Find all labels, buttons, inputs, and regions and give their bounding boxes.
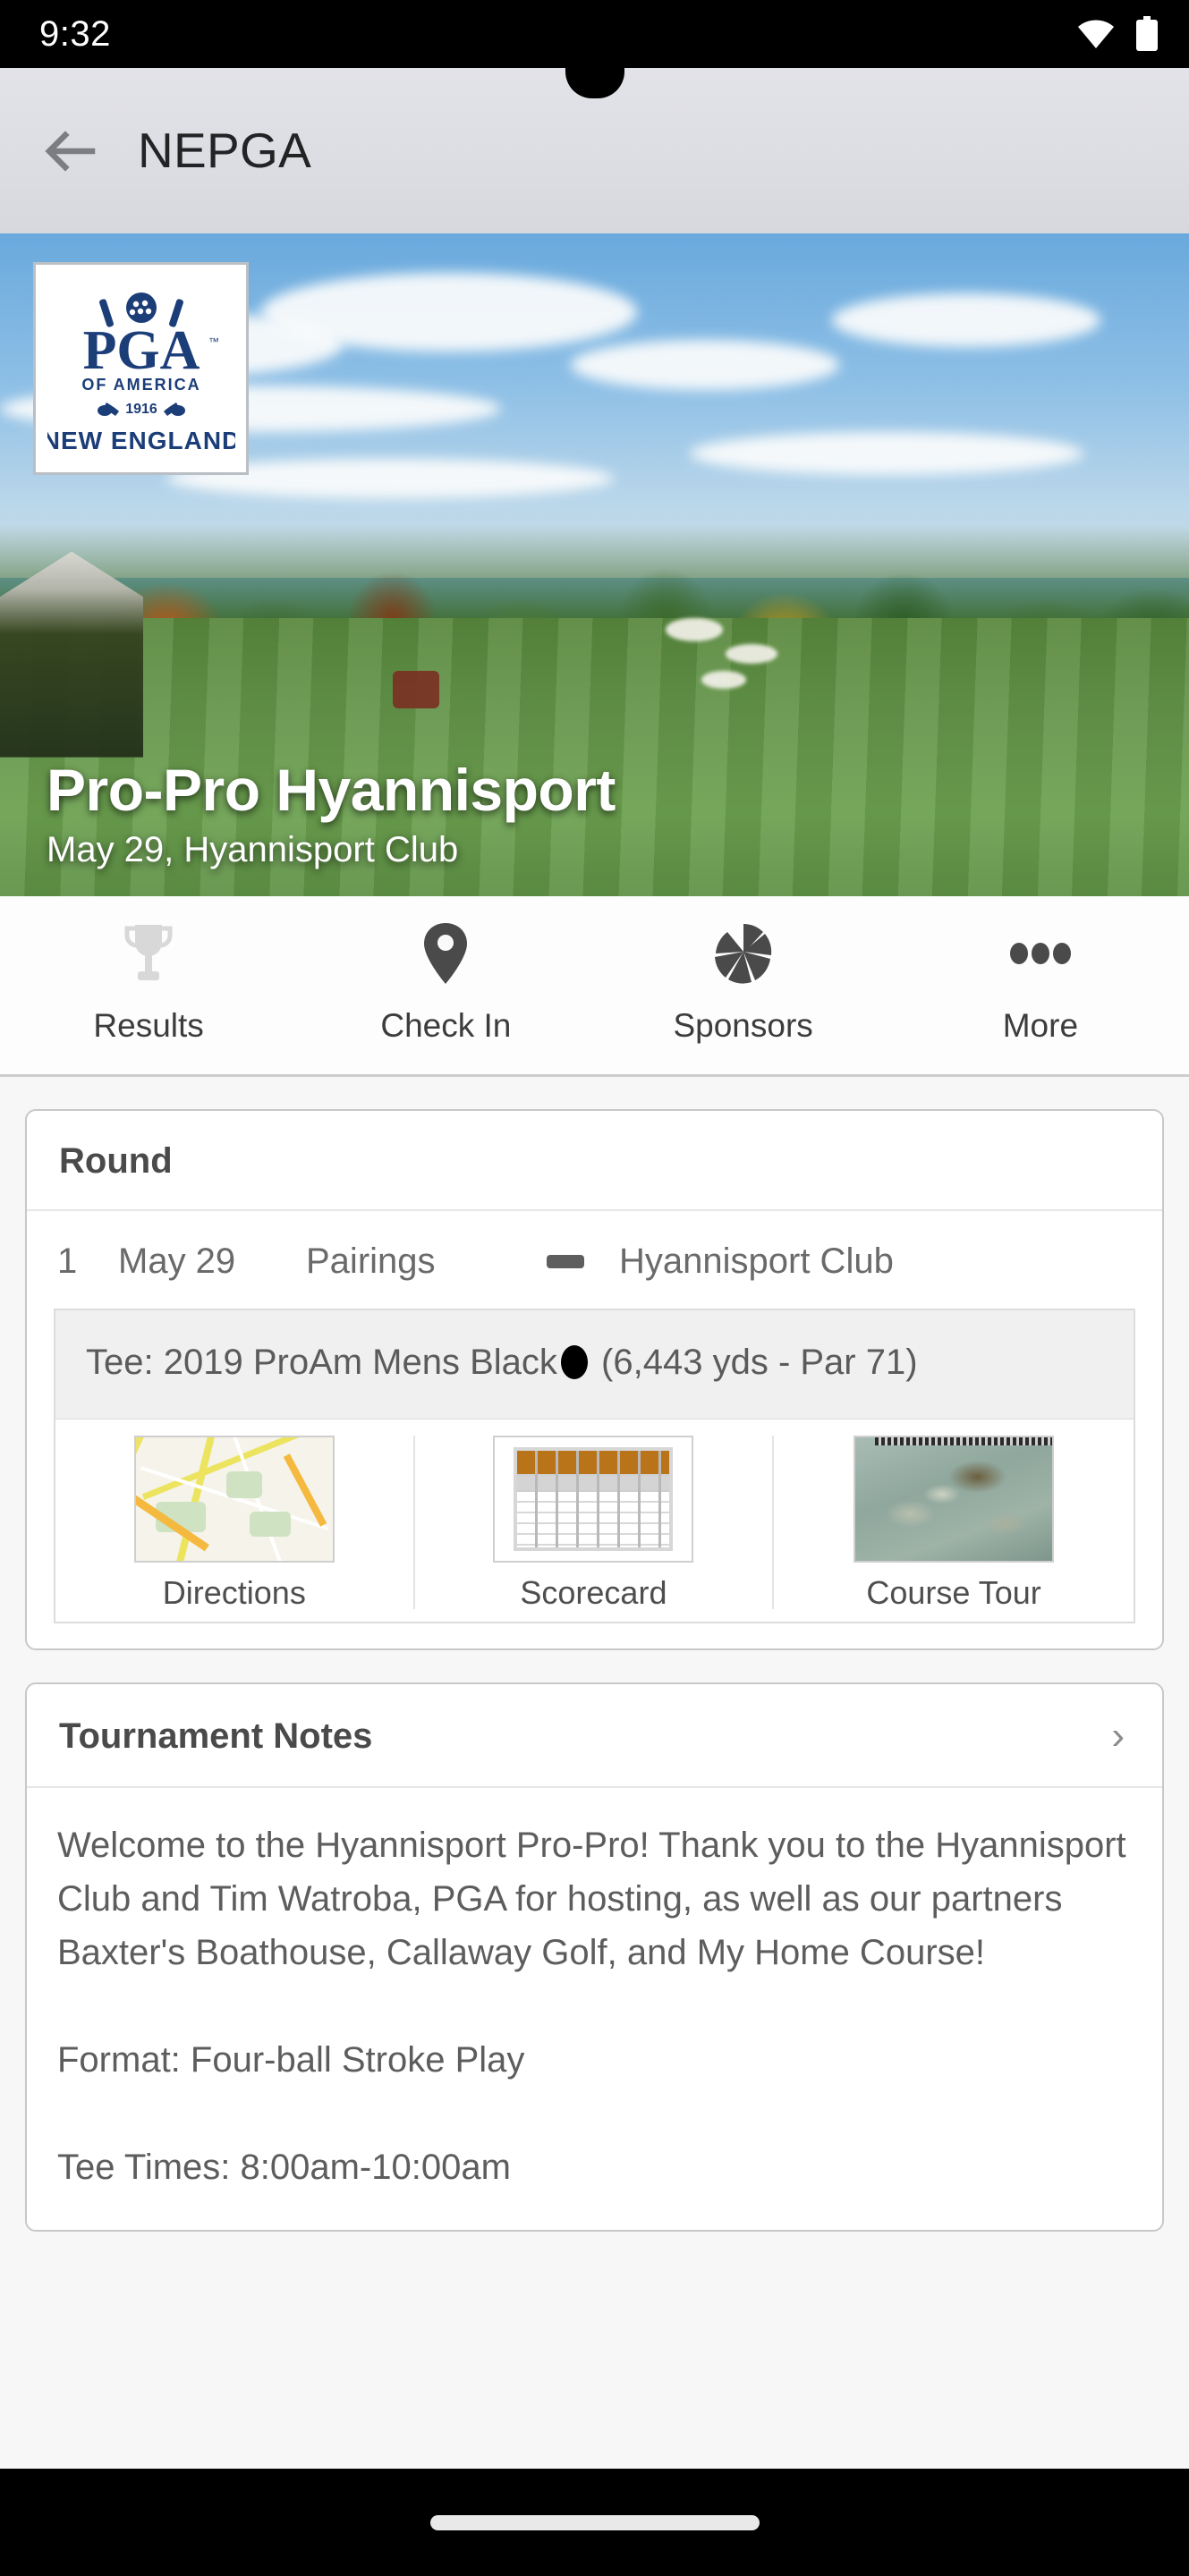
mower <box>392 671 439 709</box>
home-indicator[interactable] <box>429 2514 760 2530</box>
battery-full-icon <box>1135 16 1159 52</box>
page-title: NEPGA <box>138 123 312 178</box>
svg-text:NEW ENGLAND: NEW ENGLAND <box>47 427 235 454</box>
tab-check-in-label: Check In <box>380 1007 512 1044</box>
hero-text-block: Pro-Pro Hyannisport May 29, Hyannisport … <box>47 756 616 869</box>
svg-text:PGA: PGA <box>82 320 200 381</box>
app-screen: 9:32 NEPGA PGA ™ OF AMERICA 1916 NEW ENG… <box>0 0 1189 2576</box>
system-nav-bar <box>0 2469 1189 2576</box>
main-content: Round 1 May 29 Pairings Hyannisport Club… <box>0 1077 1189 2232</box>
svg-text:OF AMERICA: OF AMERICA <box>81 376 200 394</box>
tab-results-label: Results <box>93 1007 204 1044</box>
ellipsis-icon <box>1009 919 1072 987</box>
chevron-right-icon[interactable]: › <box>1111 1716 1130 1756</box>
round-card-title: Round <box>59 1141 173 1181</box>
pga-new-england-logo: PGA ™ OF AMERICA 1916 NEW ENGLAND <box>33 262 249 475</box>
round-separator <box>512 1255 619 1268</box>
directions-label: Directions <box>162 1573 306 1611</box>
tee-color-swatch <box>560 1345 588 1379</box>
tee-info-block: Tee: 2019 ProAm Mens Black (6,443 yds - … <box>54 1309 1135 1419</box>
tab-more[interactable]: More <box>892 919 1189 1042</box>
trophy-icon <box>121 919 176 987</box>
back-arrow-icon[interactable] <box>36 117 104 185</box>
course-tour-label: Course Tour <box>866 1573 1041 1611</box>
round-row[interactable]: 1 May 29 Pairings Hyannisport Club <box>27 1211 1162 1309</box>
aerial-course-thumbnail-icon <box>854 1435 1055 1563</box>
round-card: Round 1 May 29 Pairings Hyannisport Club… <box>25 1109 1164 1650</box>
tournament-notes-title: Tournament Notes <box>59 1716 373 1756</box>
status-time: 9:32 <box>39 14 111 54</box>
status-bar: 9:32 <box>0 0 1189 68</box>
tab-sponsors[interactable]: Sponsors <box>595 919 892 1042</box>
tournament-title: Pro-Pro Hyannisport <box>47 756 616 823</box>
tab-more-label: More <box>1002 1007 1079 1044</box>
course-tour-button[interactable]: Course Tour <box>774 1435 1134 1611</box>
round-date: May 29 <box>118 1241 236 1281</box>
tournament-notes-card: Tournament Notes › Welcome to the Hyanni… <box>25 1682 1164 2232</box>
tab-results[interactable]: Results <box>0 919 297 1042</box>
round-pairings-link[interactable]: Pairings <box>306 1241 512 1282</box>
tournament-notes-body: Welcome to the Hyannisport Pro-Pro! Than… <box>57 1825 1126 2187</box>
tab-check-in[interactable]: Check In <box>297 919 594 1042</box>
tab-bar: Results Check In Sponsors More <box>0 896 1189 1077</box>
scorecard-thumbnail-icon <box>493 1435 694 1563</box>
tee-details: (6,443 yds - Par 71) <box>601 1343 918 1382</box>
map-thumbnail-icon <box>133 1435 335 1563</box>
tournament-notes-header[interactable]: Tournament Notes › <box>27 1684 1162 1788</box>
tournament-subtitle: May 29, Hyannisport Club <box>47 830 459 869</box>
camera-aperture-icon <box>713 919 774 987</box>
status-icons <box>1076 16 1159 52</box>
scorecard-button[interactable]: Scorecard <box>415 1435 775 1611</box>
svg-text:™: ™ <box>208 335 219 348</box>
tab-sponsors-label: Sponsors <box>673 1007 813 1044</box>
course-links: Directions Scorecard Course Tour <box>54 1418 1135 1623</box>
directions-button[interactable]: Directions <box>55 1435 415 1611</box>
scorecard-label: Scorecard <box>520 1573 667 1611</box>
map-pin-icon <box>422 919 469 987</box>
tee-info-label: Tee: 2019 ProAm Mens Black <box>86 1343 557 1382</box>
wifi-icon <box>1076 19 1116 49</box>
svg-text:1916: 1916 <box>125 402 157 417</box>
round-card-header: Round <box>27 1111 1162 1211</box>
round-course-name: Hyannisport Club <box>619 1241 894 1281</box>
round-number: 1 <box>57 1241 78 1281</box>
hero-banner: PGA ™ OF AMERICA 1916 NEW ENGLAND Pro-Pr… <box>0 233 1189 896</box>
